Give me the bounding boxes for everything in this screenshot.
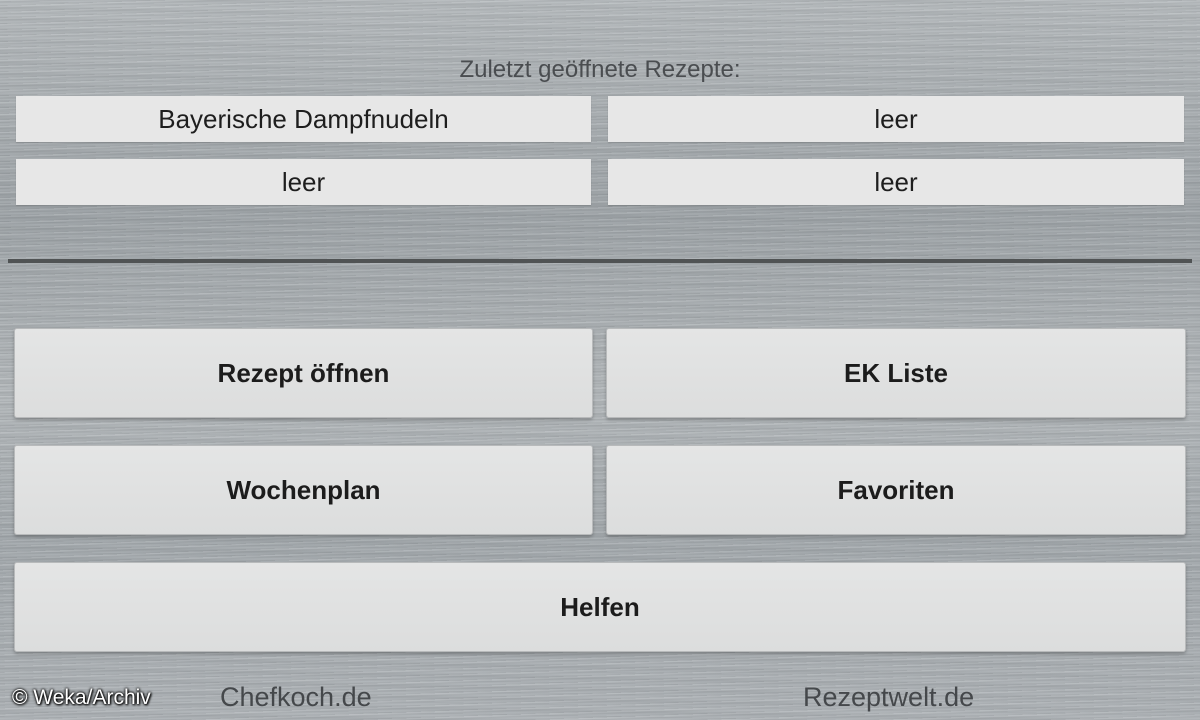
weekly-plan-button[interactable]: Wochenplan [14,445,593,535]
section-divider [8,259,1192,263]
chefkoch-link[interactable]: Chefkoch.de [220,682,372,713]
recent-recipe-1-button[interactable]: Bayerische Dampfnudeln [16,96,591,142]
recent-recipe-2-button[interactable]: leer [608,96,1184,142]
recent-recipes-title: Zuletzt geöffnete Rezepte: [459,56,741,83]
recent-recipe-3-button[interactable]: leer [16,159,591,205]
help-button[interactable]: Helfen [14,562,1186,652]
shopping-list-button[interactable]: EK Liste [606,328,1186,418]
open-recipe-button[interactable]: Rezept öffnen [14,328,593,418]
recent-recipe-4-button[interactable]: leer [608,159,1184,205]
rezeptwelt-link[interactable]: Rezeptwelt.de [803,682,974,713]
copyright-watermark: © Weka/Archiv [12,686,151,709]
favorites-button[interactable]: Favoriten [606,445,1186,535]
